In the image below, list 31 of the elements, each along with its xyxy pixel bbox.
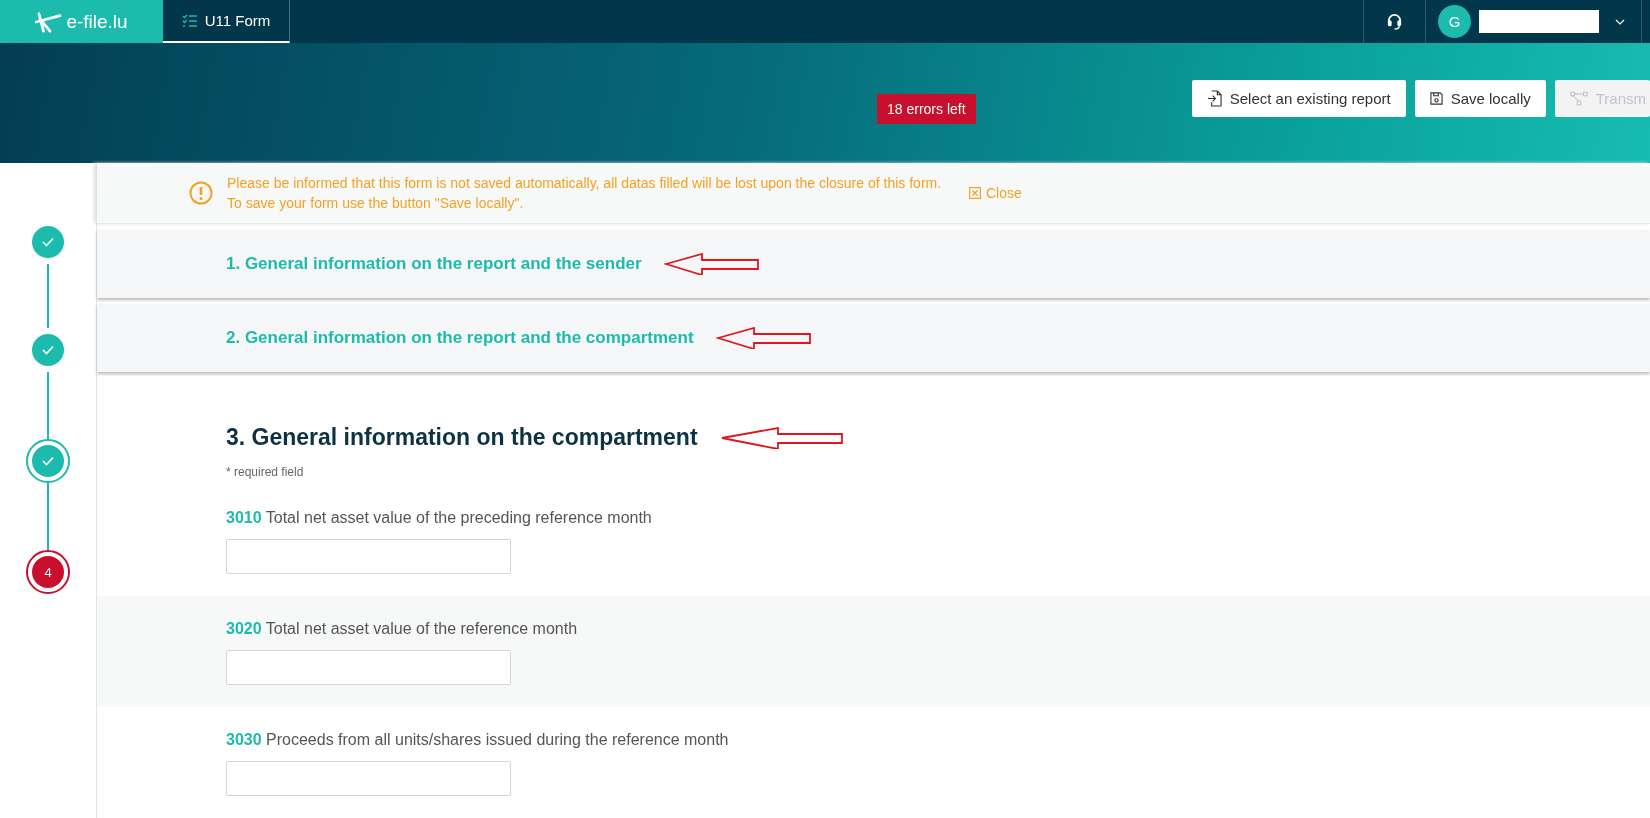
annotation-arrow-icon xyxy=(715,327,812,349)
input-field[interactable] xyxy=(226,761,511,796)
errors-badge: 18 errors left xyxy=(877,94,976,124)
user-avatar[interactable]: G xyxy=(1438,5,1471,38)
close-button[interactable]: Close xyxy=(969,184,1022,201)
section-heading: 3. General information on the compartment xyxy=(226,424,698,451)
notice-text: Please be informed that this form is not saved automatically, all datas filled will be lost upon the closure of this form. To save your form use the button "Save locally". xyxy=(227,173,943,213)
header-button[interactable]: Select an existing report xyxy=(1191,79,1406,117)
headset-icon[interactable] xyxy=(1386,13,1403,30)
annotation-arrow-icon xyxy=(663,252,760,275)
close-icon xyxy=(969,186,981,199)
annotation-arrow-icon xyxy=(719,426,844,449)
input-field[interactable] xyxy=(226,650,511,685)
step-indicator[interactable] xyxy=(26,439,70,483)
checklist-icon xyxy=(181,13,198,28)
field-label: 3020 Total net asset value of the reference month xyxy=(226,620,579,638)
logo-text: e-file.lu xyxy=(66,10,128,33)
chevron-down-icon[interactable] xyxy=(1615,18,1625,25)
network-icon xyxy=(1569,90,1588,106)
warning-icon xyxy=(189,180,213,205)
step-indicator[interactable]: 4 xyxy=(26,550,70,594)
floppy-disk-icon xyxy=(1429,91,1443,105)
file-import-icon xyxy=(1206,89,1222,107)
logo-icon xyxy=(35,10,64,33)
field-label: 3030 Proceeds from all units/shares issued during the reference month xyxy=(226,731,730,749)
section-header[interactable]: 2. General information on the report and the compartment xyxy=(97,303,1650,372)
header-button[interactable]: Save locally xyxy=(1414,79,1546,117)
section-header[interactable]: 1. General information on the report and the sender xyxy=(97,229,1650,298)
input-field[interactable] xyxy=(226,539,511,574)
field-label: 3010 Total net asset value of the preceding reference month xyxy=(226,509,653,527)
required-note: * required field xyxy=(226,465,305,479)
